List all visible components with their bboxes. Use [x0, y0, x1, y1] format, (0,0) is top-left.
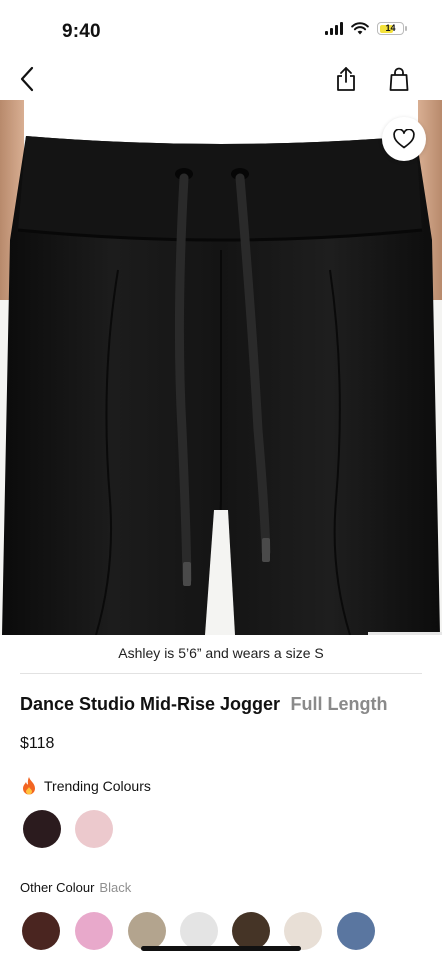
- wifi-icon: [351, 22, 369, 35]
- chevron-left-icon: [20, 66, 34, 92]
- battery-icon: 14: [377, 22, 407, 35]
- status-time: 9:40: [62, 21, 101, 42]
- heart-icon: [393, 129, 415, 149]
- status-icons: 14: [325, 22, 407, 35]
- other-colour-heading: Other Colour Black: [20, 880, 131, 895]
- share-button[interactable]: [329, 62, 363, 96]
- product-name: Dance Studio Mid-Rise Jogger: [20, 694, 281, 714]
- shopping-bag-icon: [389, 67, 409, 91]
- other-colour-label: Other Colour: [20, 880, 95, 895]
- wishlist-button[interactable]: [382, 117, 426, 161]
- back-button[interactable]: [10, 62, 44, 96]
- home-indicator[interactable]: [141, 946, 301, 951]
- fire-icon: [23, 777, 35, 795]
- model-size-caption: Ashley is 5’6” and wears a size S: [118, 645, 324, 661]
- other-swatch-1[interactable]: [22, 912, 60, 950]
- battery-level: 14: [385, 23, 396, 33]
- nav-bar: [0, 62, 442, 100]
- trending-swatch-1[interactable]: [23, 810, 61, 848]
- status-bar: 9:40 14: [0, 0, 442, 62]
- product-length: Full Length: [290, 694, 388, 714]
- trending-colours-label: Trending Colours: [44, 778, 151, 794]
- product-image[interactable]: [0, 100, 442, 635]
- other-swatch-2[interactable]: [75, 912, 113, 950]
- other-swatch-7[interactable]: [337, 912, 375, 950]
- other-swatch-3[interactable]: [128, 912, 166, 950]
- share-icon: [337, 67, 355, 91]
- trending-swatch-2[interactable]: [75, 810, 113, 848]
- divider: [20, 673, 422, 674]
- selected-colour-name: Black: [99, 880, 132, 895]
- trending-colours-heading: Trending Colours: [20, 776, 151, 796]
- image-scroll-indicator: [368, 632, 442, 635]
- signal-icon: [325, 22, 343, 35]
- other-swatch-5[interactable]: [232, 912, 270, 950]
- other-swatch-4[interactable]: [180, 912, 218, 950]
- shopping-bag-button[interactable]: [382, 62, 416, 96]
- product-title: Dance Studio Mid-Rise Jogger Full Length: [20, 694, 387, 715]
- product-price: $118: [20, 735, 55, 752]
- other-swatch-6[interactable]: [284, 912, 322, 950]
